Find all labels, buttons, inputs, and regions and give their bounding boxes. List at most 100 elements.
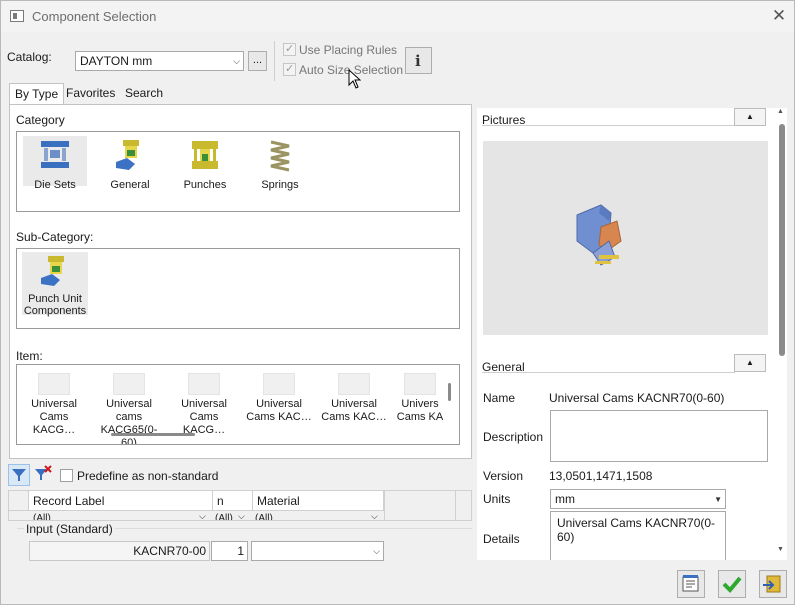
units-value: mm: [555, 492, 575, 506]
item-entry[interactable]: Universal Cams KACG…: [168, 373, 240, 437]
tab-by-type[interactable]: By Type: [9, 83, 65, 105]
item-entry[interactable]: Universal Cams KAC…: [243, 373, 315, 424]
input-material-select[interactable]: ⌵: [251, 541, 384, 561]
component-preview: [483, 141, 768, 335]
grid-corner: [9, 491, 29, 511]
divider: [274, 41, 275, 81]
input-record-field[interactable]: KACNR70-00: [29, 541, 210, 561]
category-item-label: Die Sets: [34, 179, 76, 191]
details-panel: Pictures ▲ General ▲ Name Universal Cams…: [477, 108, 787, 560]
input-standard-label: Input (Standard): [24, 522, 115, 536]
category-item-label: Punches: [183, 179, 227, 191]
category-label: Category: [16, 113, 65, 127]
item-thumbnail: [38, 373, 70, 395]
details-field[interactable]: Universal Cams KACNR70(0-60): [550, 511, 726, 560]
item-entry[interactable]: Universal Cams KAC…: [318, 373, 390, 424]
scroll-up-icon[interactable]: ▲: [777, 108, 784, 115]
sub-category-item-label-1: Punch Unit: [28, 293, 82, 305]
scroll-down-icon[interactable]: ▼: [777, 546, 784, 553]
item-line-1: Universal: [256, 398, 302, 410]
version-label: Version: [483, 469, 524, 483]
properties-button[interactable]: [677, 570, 705, 598]
item-line-1: Univers: [401, 398, 439, 410]
category-item-punches[interactable]: Punches: [173, 136, 237, 191]
info-button[interactable]: i: [405, 47, 432, 74]
component-3d-model-icon: [576, 204, 622, 266]
item-horizontal-scrollbar[interactable]: [111, 433, 195, 436]
mouse-cursor-icon: [348, 69, 361, 89]
punches-icon: [192, 141, 218, 169]
general-icon: [116, 140, 139, 170]
window-title: Component Selection: [32, 9, 157, 24]
pictures-collapse-button[interactable]: ▲: [734, 108, 766, 126]
units-select[interactable]: mm ▼: [550, 489, 726, 509]
chevron-down-icon: ⌵: [199, 511, 206, 521]
sub-category-list: Punch Unit Components: [16, 248, 460, 329]
category-item-die-sets[interactable]: Die Sets: [23, 136, 87, 191]
filter-record-label[interactable]: (All): [33, 513, 51, 520]
item-entry[interactable]: Universal Cams KACG…: [18, 373, 90, 437]
records-grid: Record Label n Material (All) (All) (All…: [8, 490, 472, 521]
column-record-label[interactable]: Record Label: [29, 491, 213, 511]
item-thumbnail: [263, 373, 295, 395]
tab-search[interactable]: Search: [120, 83, 168, 104]
input-qty-field[interactable]: 1: [211, 541, 248, 561]
filter-material[interactable]: (All): [255, 513, 273, 520]
category-item-label: Springs: [261, 179, 299, 191]
sub-category-item-punch-unit[interactable]: Punch Unit Components: [22, 252, 88, 317]
item-line-2: Cams KAC…: [321, 411, 387, 423]
properties-icon: [682, 575, 699, 592]
item-entry[interactable]: Univers Cams KA: [393, 373, 447, 424]
category-item-label: General: [110, 179, 150, 191]
checkmark-icon: [722, 576, 742, 593]
name-value: Universal Cams KACNR70(0-60): [549, 391, 725, 405]
column-material[interactable]: Material: [253, 491, 384, 511]
clear-filter-button[interactable]: [33, 464, 55, 486]
ok-button[interactable]: [718, 570, 746, 598]
general-collapse-button[interactable]: ▲: [734, 354, 766, 372]
description-field[interactable]: [550, 410, 768, 462]
chevron-down-icon: ⌵: [371, 511, 378, 521]
category-item-springs[interactable]: Springs: [248, 136, 312, 191]
units-label: Units: [483, 492, 511, 506]
item-line-2: Cams KAC…: [246, 411, 312, 423]
auto-size-selection-checkbox[interactable]: [283, 62, 296, 76]
clear-filter-icon: [35, 465, 52, 480]
divider: [384, 491, 385, 520]
filter-n[interactable]: (All): [215, 513, 233, 520]
chevron-down-icon: ⌵: [233, 56, 240, 66]
item-thumbnail: [404, 373, 436, 395]
catalog-value: DAYTON mm: [80, 54, 153, 68]
info-icon: i: [415, 52, 421, 70]
app-icon: [10, 10, 24, 22]
springs-icon: [270, 140, 290, 172]
title-bar: Component Selection ✕: [1, 1, 794, 32]
catalog-browse-button[interactable]: ...: [248, 51, 267, 71]
item-thumbnail: [338, 373, 370, 395]
divider: [455, 491, 456, 520]
exit-icon: [763, 575, 781, 593]
item-vertical-scrollbar[interactable]: [448, 383, 451, 401]
filter-button[interactable]: [8, 464, 30, 486]
item-list: Universal Cams KACG… Universal cams KACG…: [16, 364, 460, 445]
component-selection-window: Component Selection ✕ Catalog: DAYTON mm…: [0, 0, 795, 605]
item-line-1: Universal: [181, 398, 227, 410]
use-placing-rules-checkbox[interactable]: [283, 42, 296, 56]
predefine-checkbox[interactable]: [60, 469, 73, 482]
tab-favorites[interactable]: Favorites: [61, 83, 120, 104]
details-scrollbar[interactable]: ▲ ▼: [777, 108, 787, 560]
scrollbar-thumb[interactable]: [779, 124, 785, 356]
description-label: Description: [483, 430, 544, 444]
by-type-panel: Category Die Sets General Punches Spring…: [9, 104, 472, 459]
category-item-general[interactable]: General: [98, 136, 162, 191]
version-value: 13,0501,1471,1508: [549, 469, 653, 483]
predefine-label: Predefine as non-standard: [77, 469, 219, 483]
item-label: Item:: [16, 349, 43, 363]
sub-category-item-label-2: Components: [23, 305, 87, 317]
close-button[interactable]: ✕: [766, 5, 792, 27]
column-n[interactable]: n: [213, 491, 253, 511]
category-list: Die Sets General Punches Springs: [16, 131, 460, 212]
chevron-down-icon: ⌵: [238, 511, 245, 521]
catalog-select[interactable]: DAYTON mm ⌵: [75, 51, 244, 71]
cancel-button[interactable]: [759, 570, 787, 598]
